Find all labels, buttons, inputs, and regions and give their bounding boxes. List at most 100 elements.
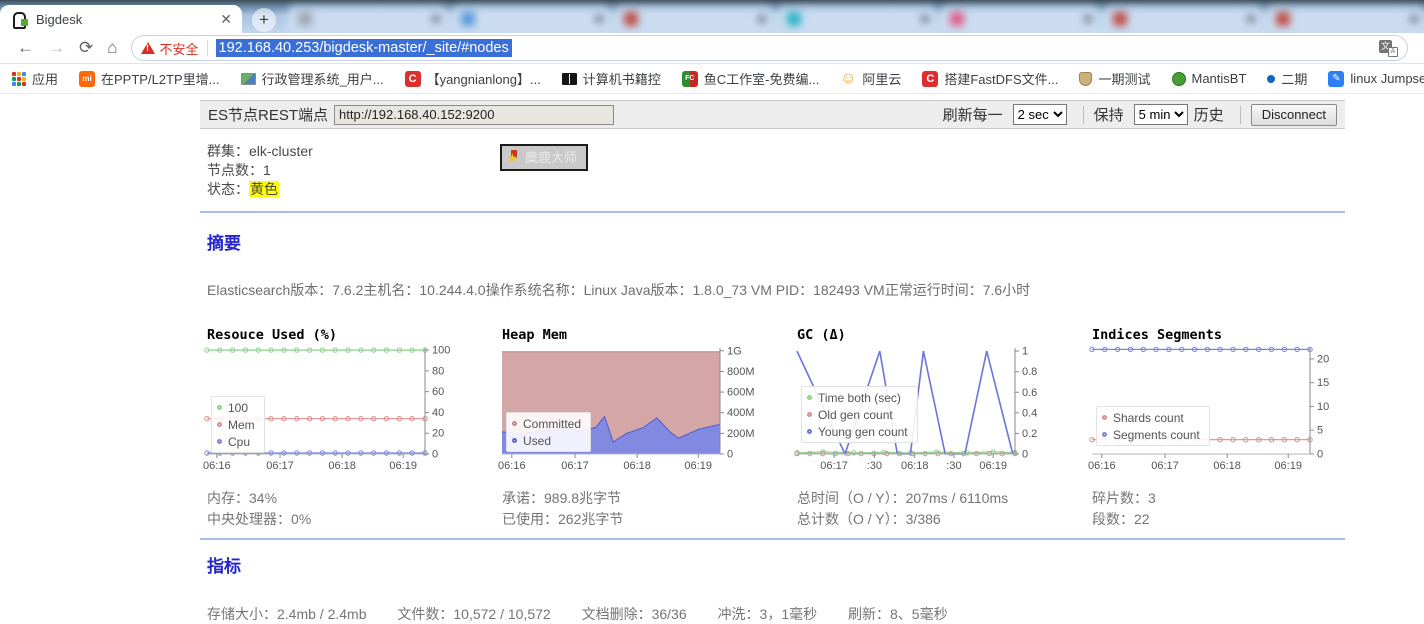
fishc-icon [682, 71, 698, 87]
apps-label: 应用 [32, 69, 58, 88]
svg-text:60: 60 [432, 386, 444, 398]
svg-text:400M: 400M [727, 407, 755, 419]
csdn-icon [405, 71, 421, 87]
endpoint-input[interactable] [334, 105, 614, 125]
mantis-icon [1172, 72, 1186, 86]
svg-text:06:17: 06:17 [1151, 460, 1179, 472]
url-field[interactable]: 不安全 192.168.40.253/bigdesk-master/_site/… [131, 35, 1408, 61]
svg-text:06:18: 06:18 [901, 460, 929, 472]
svg-text::30: :30 [946, 460, 961, 472]
refresh-label: 刷新每一 [943, 104, 1003, 125]
svg-text:06:17: 06:17 [561, 460, 589, 472]
cluster-status-line: 状态：黄色 [207, 180, 1345, 199]
summary-heading: 摘要 [207, 229, 1345, 254]
node-count-line: 节点数：1 [207, 161, 1345, 180]
node-summary-line: Elasticsearch版本：7.6.2主机名：10.244.4.0操作系统名… [207, 280, 1345, 300]
bookmark-admin-system[interactable]: 行政管理系统_用户... [241, 69, 384, 88]
history-window-select[interactable]: 5 min [1134, 104, 1188, 125]
svg-text:600M: 600M [727, 387, 755, 399]
home-icon[interactable]: ⌂ [107, 38, 117, 58]
section-divider [200, 538, 1345, 540]
svg-text:0.8: 0.8 [1022, 366, 1037, 378]
svg-text:10: 10 [1317, 401, 1329, 413]
bookmarks-bar: 应用 在PPTP/L2TP里增... 行政管理系统_用户... 【yangnia… [0, 64, 1424, 94]
tab-close-icon[interactable]: ✕ [218, 11, 234, 28]
smiley-icon [840, 71, 856, 87]
metrics-line: 存储大小：2.4mb / 2.4mb 文件数：10,572 / 10,572 文… [207, 604, 1345, 624]
apps-shortcut[interactable]: 应用 [12, 69, 58, 88]
toolbar-divider [1240, 106, 1241, 124]
new-tab-button[interactable]: + [252, 8, 276, 32]
bookmark-pptp[interactable]: 在PPTP/L2TP里增... [79, 69, 219, 88]
svg-text:0: 0 [727, 449, 733, 461]
svg-text:20: 20 [1317, 353, 1329, 365]
chart-legend: 100MemCpu [211, 396, 265, 453]
stats-heap: 承诺：989.8兆字节 已使用：262兆字节 [502, 488, 797, 530]
svg-text:0: 0 [432, 449, 438, 461]
cluster-name-line: 群集：elk-cluster [207, 142, 1345, 161]
master-medal-icon [507, 150, 520, 165]
svg-text:0.6: 0.6 [1022, 387, 1037, 399]
disconnect-button[interactable]: Disconnect [1251, 104, 1337, 126]
bookmark-mantisbt[interactable]: MantisBT [1172, 71, 1247, 86]
node-button[interactable]: 麋鹿大师 [500, 144, 588, 171]
bookmark-aliyun[interactable]: 阿里云 [840, 69, 901, 88]
url-text[interactable]: 192.168.40.253/bigdesk-master/_site/#nod… [216, 39, 512, 57]
metric-flush: 冲洗：3，1毫秒 [718, 606, 818, 622]
section-divider [200, 211, 1345, 213]
csdn-icon [922, 71, 938, 87]
chart-gc: GC (Δ) 00.20.40.60.8106:17:3006:18:3006:… [797, 327, 1092, 478]
bigdesk-page: ES节点REST端点 刷新每一 2 sec 保持 5 min 历史 Discon… [200, 100, 1345, 624]
svg-text:15: 15 [1317, 377, 1329, 389]
refresh-interval-select[interactable]: 2 sec [1013, 104, 1067, 125]
svg-text:100: 100 [432, 345, 450, 357]
bookmark-computer-books[interactable]: 计算机书籍控 [562, 69, 661, 88]
svg-text:200M: 200M [727, 428, 755, 440]
bookmark-fishc[interactable]: 鱼C工作室-免费编... [682, 69, 820, 88]
security-warning-icon[interactable] [141, 42, 155, 54]
target-icon [1267, 75, 1275, 83]
svg-text:06:16: 06:16 [498, 460, 526, 472]
translate-icon[interactable] [1379, 40, 1398, 57]
node-button-label: 麋鹿大师 [525, 148, 577, 167]
stats-segments: 碎片数：3 段数：22 [1092, 488, 1387, 530]
svg-text:06:16: 06:16 [203, 460, 231, 472]
bookmark-fastdfs[interactable]: 搭建FastDFS文件... [922, 69, 1058, 88]
bookmark-yangnianlong[interactable]: 【yangnianlong】... [405, 69, 541, 88]
svg-text:06:17: 06:17 [820, 460, 848, 472]
metric-refresh: 刷新：8、5毫秒 [848, 606, 948, 622]
svg-text:0.4: 0.4 [1022, 407, 1037, 419]
toolbar-divider [1083, 106, 1084, 124]
reload-icon[interactable]: ⟳ [79, 38, 93, 58]
address-bar: ← → ⟳ ⌂ 不安全 192.168.40.253/bigdesk-maste… [0, 33, 1424, 64]
forward-icon[interactable]: → [48, 38, 65, 58]
xiaomi-icon [79, 71, 95, 87]
chart-legend: Time both (sec)Old gen countYoung gen co… [801, 386, 918, 443]
chart-legend: Shards countSegments count [1096, 406, 1210, 446]
bookmark-phase1-test[interactable]: 一期测试 [1079, 69, 1150, 88]
svg-text:06:18: 06:18 [328, 460, 356, 472]
svg-text:06:18: 06:18 [623, 460, 651, 472]
cluster-info: 群集：elk-cluster 节点数：1 状态：黄色 麋鹿大师 [200, 142, 1345, 199]
bigdesk-favicon [12, 11, 28, 27]
security-warning-label[interactable]: 不安全 [160, 39, 199, 58]
svg-text:0.2: 0.2 [1022, 428, 1037, 440]
charts-row: Resouce Used (%) 02040608010006:1606:170… [200, 327, 1345, 478]
svg-text::30: :30 [867, 460, 882, 472]
svg-text:06:18: 06:18 [1213, 460, 1241, 472]
chart-legend: CommittedUsed [506, 412, 591, 452]
tab-strip: Bigdesk ✕ + [0, 0, 1424, 33]
metric-docs-count: 文件数：10,572 / 10,572 [397, 606, 550, 622]
stats-gc: 总时间（O / Y）：207ms / 6110ms 总计数（O / Y）：3/3… [797, 488, 1092, 530]
tab-bigdesk[interactable]: Bigdesk ✕ [0, 5, 242, 33]
svg-text:40: 40 [432, 407, 444, 419]
svg-text:06:17: 06:17 [266, 460, 294, 472]
keep-label: 保持 [1094, 104, 1124, 125]
bookmark-phase2[interactable]: 二期 [1267, 69, 1307, 88]
back-icon[interactable]: ← [17, 38, 34, 58]
svg-text:06:19: 06:19 [979, 460, 1007, 472]
metric-store-size: 存储大小：2.4mb / 2.4mb [207, 606, 367, 622]
svg-text:1G: 1G [727, 345, 742, 357]
chart-resource-used: Resouce Used (%) 02040608010006:1606:170… [207, 327, 502, 478]
bookmark-jumpserver[interactable]: linux Jumpserver... [1328, 71, 1424, 87]
